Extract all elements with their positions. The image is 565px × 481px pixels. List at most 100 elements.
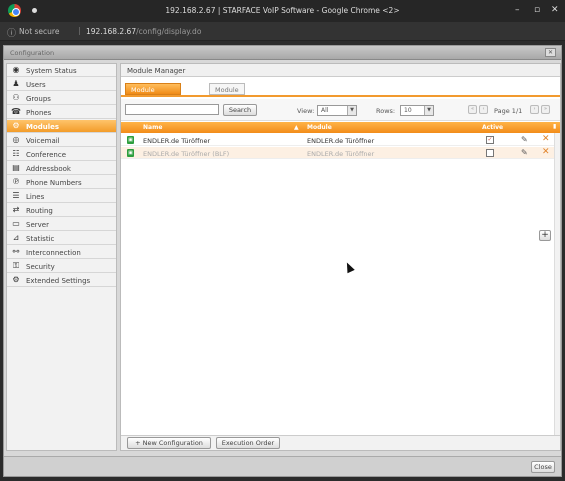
sidebar-item-security[interactable]: ⚿ Security <box>7 260 116 273</box>
module-icon: ⚙ <box>12 121 20 130</box>
delete-icon[interactable]: ✕ <box>542 147 550 157</box>
row-name: ENDLER.de Türöffner (BLF) <box>143 149 230 158</box>
pencil-icon[interactable]: ✎ <box>521 148 528 157</box>
lock-icon: ▣ <box>127 149 134 157</box>
group-icon: ⚇ <box>12 93 20 102</box>
last-page-icon[interactable]: » <box>541 105 550 114</box>
sidebar-item-server[interactable]: ▭ Server <box>7 218 116 231</box>
main-panel: Module Manager Module Configuration Modu… <box>120 63 561 451</box>
sidebar-item-groups[interactable]: ⚇ Groups <box>7 92 116 105</box>
sidebar-item-label: Extended Settings <box>26 276 91 285</box>
phone-numbers-icon: ℗ <box>12 177 20 186</box>
active-checkbox[interactable]: ✓ <box>486 136 494 144</box>
dialog-close-icon[interactable]: ✕ <box>545 48 556 57</box>
sidebar-item-label: Phone Numbers <box>26 178 82 187</box>
table-row[interactable]: ▣ ENDLER.de Türöffner ENDLER.de Türöffne… <box>121 134 560 146</box>
rows-select-value: 10 <box>404 107 412 114</box>
search-button[interactable]: Search <box>223 104 257 116</box>
routing-icon: ⇄ <box>12 205 20 214</box>
row-name: ENDLER.de Türöffner <box>143 136 211 145</box>
gauge-icon: ◉ <box>12 65 20 74</box>
sidebar-item-label: System Status <box>26 66 77 75</box>
grid-header: Name ▲ Module Active ▮ <box>121 122 560 133</box>
new-configuration-label: New Configuration <box>142 439 203 447</box>
grid-footer: + New Configuration Execution Order <box>121 435 560 450</box>
next-page-icon[interactable]: › <box>530 105 539 114</box>
close-button[interactable]: Close <box>531 461 555 473</box>
address-bar[interactable]: ⓘ Not secure | 192.168.2.67/config/displ… <box>0 22 565 41</box>
sidebar-item-label: Server <box>26 220 49 229</box>
dialog-header: Configuration ✕ <box>4 46 561 60</box>
sidebar-item-label: Groups <box>26 94 51 103</box>
dialog-footer: Close <box>4 456 561 476</box>
interconnection-icon: ⚯ <box>12 247 20 256</box>
view-label: View: <box>297 107 315 115</box>
phone-icon: ☎ <box>11 107 21 116</box>
minimize-button[interactable]: – <box>515 5 520 15</box>
sidebar-item-voicemail[interactable]: ◎ Voicemail <box>7 134 116 147</box>
voicemail-icon: ◎ <box>12 135 20 144</box>
tab-module-library[interactable]: Module Library <box>209 83 245 106</box>
execution-order-button[interactable]: Execution Order <box>216 437 280 449</box>
browser-titlebar: 192.168.2.67 | STARFACE VoIP Software - … <box>0 0 565 22</box>
vertical-scrollbar[interactable] <box>554 133 560 437</box>
view-select-value: All <box>321 107 329 114</box>
rows-select[interactable]: 10 ▼ <box>400 105 434 116</box>
sidebar-item-phone-numbers[interactable]: ℗ Phone Numbers <box>7 176 116 189</box>
chevron-down-icon: ▼ <box>347 106 356 115</box>
tab-module-configuration[interactable]: Module Configuration <box>125 83 182 106</box>
view-select[interactable]: All ▼ <box>317 105 357 116</box>
browser-window: 192.168.2.67 | STARFACE VoIP Software - … <box>0 0 565 481</box>
add-icon[interactable]: + <box>539 230 551 241</box>
sidebar-item-label: Statistic <box>26 234 55 243</box>
tab-underline <box>121 95 560 97</box>
window-title: 192.168.2.67 | STARFACE VoIP Software - … <box>165 6 400 15</box>
column-menu-icon[interactable]: ▮ <box>553 123 556 130</box>
sidebar-item-users[interactable]: ♟ Users <box>7 78 116 91</box>
security-icon: ⚿ <box>12 261 20 270</box>
chevron-down-icon: ▼ <box>424 106 433 115</box>
window-close-button[interactable]: ✕ <box>551 5 559 15</box>
lines-icon: ☰ <box>12 191 20 200</box>
configuration-dialog: Configuration ✕ ◉ System Status ♟ Users ⚇ Gro… <box>3 45 562 477</box>
sidebar-item-extended-settings[interactable]: ⚙ Extended Settings <box>7 274 116 287</box>
sidebar-item-system-status[interactable]: ◉ System Status <box>7 64 116 77</box>
row-module: ENDLER.de Türöffner <box>307 136 375 145</box>
url-path: /config/display.do <box>136 27 202 36</box>
sidebar-item-conference[interactable]: ☷ Conference <box>7 148 116 161</box>
table-row[interactable]: ▣ ENDLER.de Türöffner (BLF) ENDLER.de Tü… <box>121 147 560 159</box>
delete-icon[interactable]: ✕ <box>542 134 550 144</box>
column-header-module[interactable]: Module <box>307 124 332 131</box>
plus-icon: + <box>135 439 143 447</box>
sidebar-item-lines[interactable]: ☰ Lines <box>7 190 116 203</box>
sidebar-item-label: Conference <box>26 150 67 159</box>
prev-page-icon[interactable]: ‹ <box>479 105 488 114</box>
sidebar-item-label: Security <box>26 262 55 271</box>
url-text[interactable]: 192.168.2.67/config/display.do <box>86 27 201 36</box>
search-input[interactable] <box>125 104 219 115</box>
user-icon: ♟ <box>12 79 20 88</box>
row-module: ENDLER.de Türöffner <box>307 149 375 158</box>
extended-settings-icon: ⚙ <box>12 275 20 284</box>
sidebar-item-phones[interactable]: ☎ Phones <box>7 106 116 119</box>
sort-asc-icon[interactable]: ▲ <box>294 124 299 131</box>
sidebar-item-label: Lines <box>26 192 45 201</box>
address-separator: | <box>78 26 81 35</box>
sidebar-item-statistic[interactable]: ⊿ Statistic <box>7 232 116 245</box>
url-host: 192.168.2.67 <box>86 27 137 36</box>
info-icon[interactable]: ⓘ <box>7 26 16 39</box>
active-checkbox[interactable] <box>486 149 494 157</box>
pencil-icon[interactable]: ✎ <box>521 135 528 144</box>
column-header-name[interactable]: Name <box>143 124 162 131</box>
addressbook-icon: ▤ <box>12 163 20 172</box>
sidebar-item-addressbook[interactable]: ▤ Addressbook <box>7 162 116 175</box>
first-page-icon[interactable]: « <box>468 105 477 114</box>
sidebar-item-label: Interconnection <box>26 248 81 257</box>
new-configuration-button[interactable]: + New Configuration <box>127 437 211 449</box>
maximize-button[interactable]: ▫ <box>534 5 540 15</box>
sidebar-item-interconnection[interactable]: ⚯ Interconnection <box>7 246 116 259</box>
column-header-active[interactable]: Active <box>482 124 503 131</box>
sidebar-item-routing[interactable]: ⇄ Routing <box>7 204 116 217</box>
sidebar-item-modules[interactable]: ⚙ Modules <box>7 120 116 133</box>
sidebar-item-label: Routing <box>26 206 53 215</box>
